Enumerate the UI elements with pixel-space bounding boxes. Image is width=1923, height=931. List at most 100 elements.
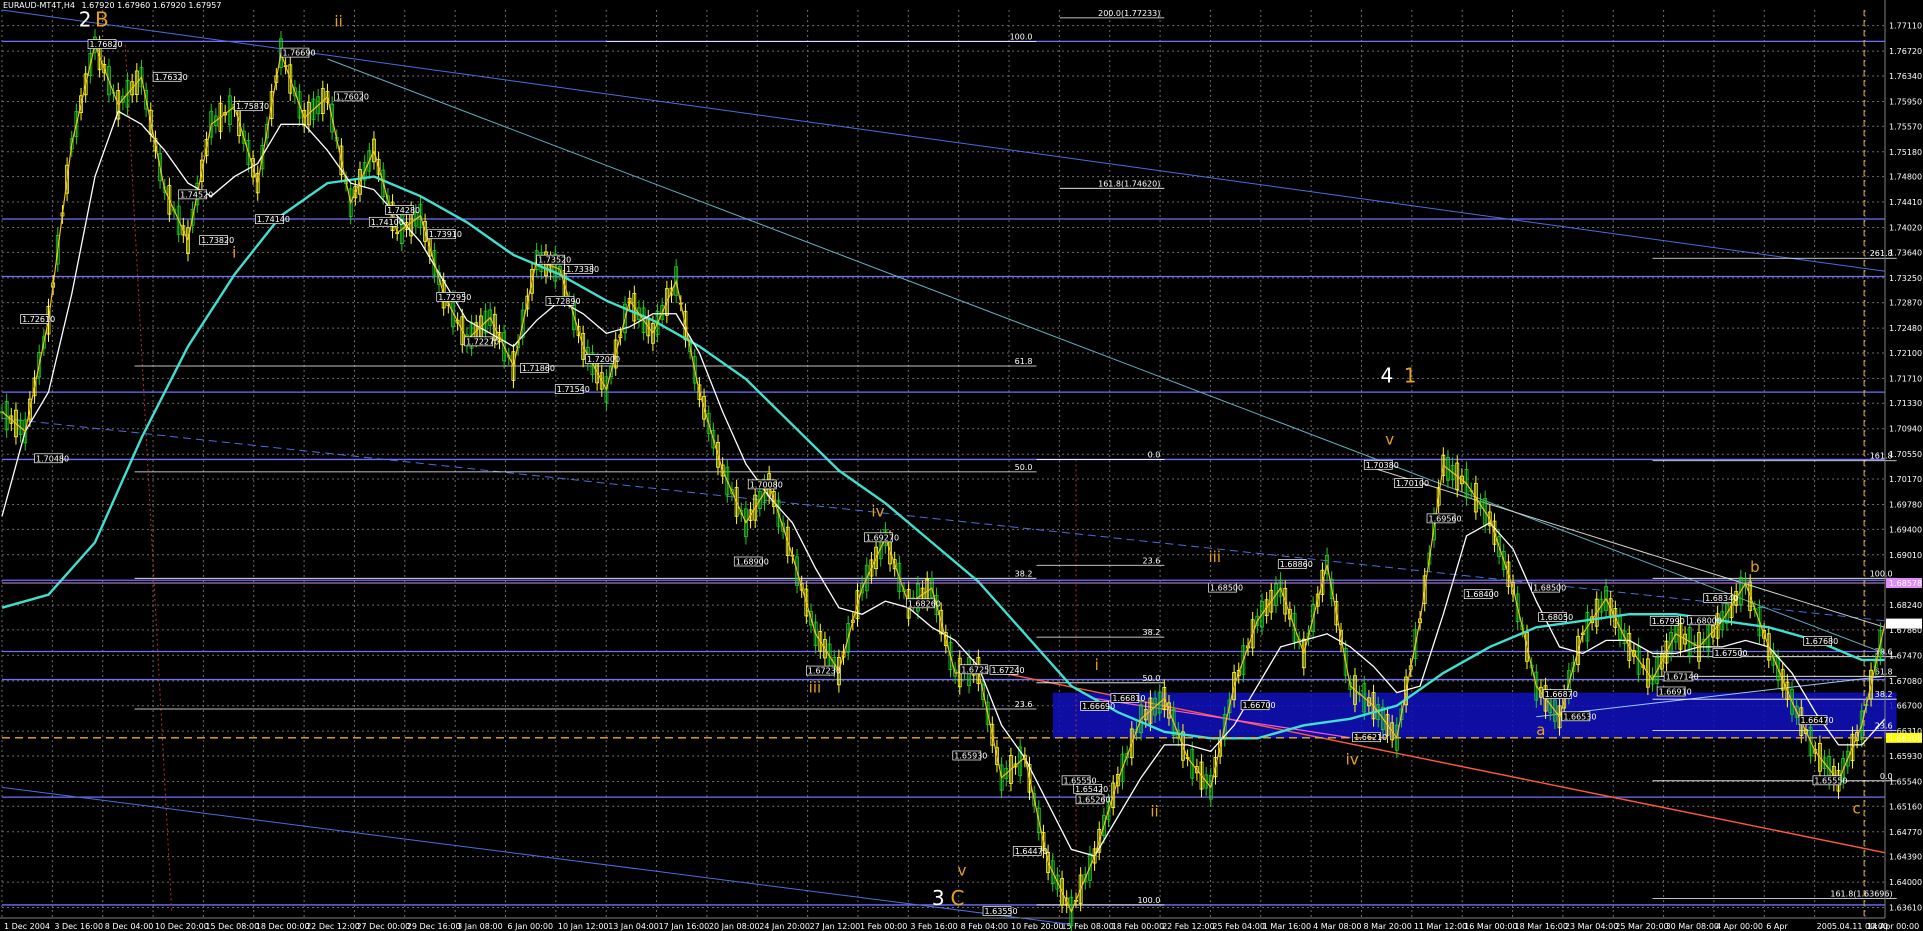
price-tag-label: 1.76690 <box>282 49 315 58</box>
fib-level-label: 100.0 <box>1137 896 1160 905</box>
x-tick-label: 3 Dec 16:00 <box>54 922 103 931</box>
price-tag-label: 1.66690 <box>1082 702 1115 711</box>
wave-label: 2 <box>79 7 92 31</box>
price-tag-label: 1.66700 <box>1243 701 1276 710</box>
y-tick-label: 1.75950 <box>1889 97 1922 106</box>
fib-level-label: 100.0 <box>1010 32 1033 41</box>
price-tag-label: 1.70100 <box>1396 479 1429 488</box>
x-tick-label: 1 Feb 00:00 <box>860 922 907 931</box>
price-tag-label: 1.71860 <box>522 364 555 373</box>
x-tick-label: 4 Apr 00:00 <box>1716 922 1763 931</box>
price-tag-label: 1.70080 <box>750 480 783 489</box>
x-tick-label: 18 Dec 00:00 <box>256 922 310 931</box>
y-tick-label: 1.71710 <box>1889 374 1922 383</box>
fib-level-label: 261.8 <box>1870 249 1893 258</box>
wave-label: 3 <box>932 886 945 910</box>
y-tick-label: 1.67080 <box>1889 677 1922 686</box>
price-tag-label: 1.65260 <box>1078 795 1111 804</box>
price-tag-label: 1.69270 <box>866 533 899 542</box>
wave-label: iii <box>1209 548 1222 566</box>
y-tick-label: 1.63610 <box>1889 904 1922 913</box>
x-tick-label: 18 Feb 00:00 <box>1112 922 1164 931</box>
moving-average-slow <box>1 175 1885 740</box>
x-tick-label: 18 Mar 16:00 <box>1515 922 1568 931</box>
wave-label: iv <box>1346 750 1359 768</box>
fib-level-label: 0.0 <box>1148 450 1161 459</box>
y-tick-label: 1.68240 <box>1889 601 1922 610</box>
y-tick-label: 1.74800 <box>1889 173 1922 182</box>
price-tag-label: 1.66910 <box>1659 687 1692 696</box>
current-price-tag: 1.67957 <box>1889 620 1922 629</box>
y-tick-label: 1.72870 <box>1889 299 1922 308</box>
y-tick-label: 1.64390 <box>1889 853 1922 862</box>
wave-label: iv <box>871 502 884 520</box>
fib-level-label: 23.6 <box>1143 556 1161 565</box>
fib-level-label: 50.0 <box>1015 463 1033 472</box>
trendline-diagonal <box>327 58 1886 654</box>
price-tag-label: 1.74520 <box>180 190 213 199</box>
price-tag-label: 1.73380 <box>566 265 599 274</box>
price-tag-label: 1.76820 <box>90 40 123 49</box>
price-tag-label: 1.68500 <box>1533 584 1566 593</box>
price-tag-label: 1.68500 <box>1210 584 1243 593</box>
x-tick-label: 16 Mar 00:00 <box>1464 922 1517 931</box>
x-tick-label: 11 Mar 12:00 <box>1414 922 1467 931</box>
price-tag-label: 1.68400 <box>1466 590 1499 599</box>
y-tick-label: 1.73640 <box>1889 248 1922 257</box>
fib-level-label: 38.2 <box>1143 628 1161 637</box>
x-tick-label: 6 Apr <box>1766 922 1788 931</box>
wave-label: 4 <box>1381 363 1394 387</box>
x-tick-label: 3 Jan 08:00 <box>457 922 503 931</box>
price-tag-label: 1.67250 <box>961 665 994 674</box>
wave-label: B <box>95 7 109 31</box>
y-tick-label: 1.76340 <box>1889 72 1922 81</box>
fib-level-label: 23.6 <box>1875 722 1893 731</box>
x-tick-label: 10 Dec 20:00 <box>155 922 209 931</box>
fib-level-label: 161.8(1.74620) <box>1098 179 1160 188</box>
x-tick-label: 25 Feb 04:00 <box>1212 922 1264 931</box>
x-tick-label: 23 Mar 04:00 <box>1565 922 1618 931</box>
price-tag-label: 1.65550 <box>1814 776 1847 785</box>
y-tick-label: 1.69780 <box>1889 501 1922 510</box>
fib-level-label: 50.0 <box>1143 674 1161 683</box>
x-tick-label: 27 Dec 00:00 <box>356 922 410 931</box>
price-tag-label: 1.68860 <box>1280 560 1313 569</box>
trendline-grey <box>1364 464 1886 628</box>
wave-label: i <box>232 244 236 262</box>
price-tag-label: 1.68260 <box>908 599 941 608</box>
price-tag-label: 1.66870 <box>1545 690 1578 699</box>
price-tag-label: 1.67230 <box>808 667 841 676</box>
wave-label: a <box>1536 721 1545 739</box>
y-tick-label: 1.65160 <box>1889 802 1922 811</box>
price-tag-label: 1.73520 <box>538 256 571 265</box>
x-tick-label: 8 Mar 20:00 <box>1363 922 1411 931</box>
x-tick-label: 10 Feb 20:00 <box>1011 922 1063 931</box>
y-tick-label: 1.74020 <box>1889 224 1922 233</box>
price-tag-label: 1.72000 <box>587 355 620 364</box>
x-tick-label: 30 Mar 08:00 <box>1666 922 1719 931</box>
x-tick-label: 29 Dec 16:00 <box>407 922 461 931</box>
price-tag-label: 1.70480 <box>36 454 69 463</box>
price-tag-label: 1.66470 <box>1800 716 1833 725</box>
price-tag-label: 1.67500 <box>1714 649 1747 658</box>
price-tag-label: 1.65930 <box>954 751 987 760</box>
price-tag-label: 1.72950 <box>438 293 471 302</box>
wave-label: 1 <box>1404 363 1417 387</box>
highlight-price-tag: 1.68578 <box>1889 579 1922 588</box>
price-tag-label: 1.67240 <box>991 666 1024 675</box>
price-tag-label: 1.66810 <box>1112 694 1145 703</box>
wave-label: C <box>950 886 964 910</box>
price-tag-label: 1.66530 <box>1563 712 1596 721</box>
y-tick-label: 1.77110 <box>1889 22 1922 31</box>
x-tick-label: 22 Feb 12:00 <box>1162 922 1214 931</box>
y-tick-label: 1.72480 <box>1889 324 1922 333</box>
price-chart[interactable]: 1 Dec 2004 3 Dec 16:00 8 Dec 04:00 10 Dec 2… <box>0 0 1923 931</box>
x-tick-label: 27 Jan 12:00 <box>810 922 861 931</box>
x-tick-label: 8 Dec 04:00 <box>105 922 154 931</box>
x-tick-label: 25 Mar 20:00 <box>1615 922 1668 931</box>
chart-window[interactable]: EURAUD-MT4T,H4 1.67920 1.67960 1.67920 1… <box>0 0 1923 931</box>
fib-level-label: 38.2 <box>1015 569 1033 578</box>
y-tick-label: 1.71330 <box>1889 399 1922 408</box>
price-tag-label: 1.63550 <box>985 907 1018 916</box>
fib-level-label: 61.8 <box>1875 667 1893 676</box>
